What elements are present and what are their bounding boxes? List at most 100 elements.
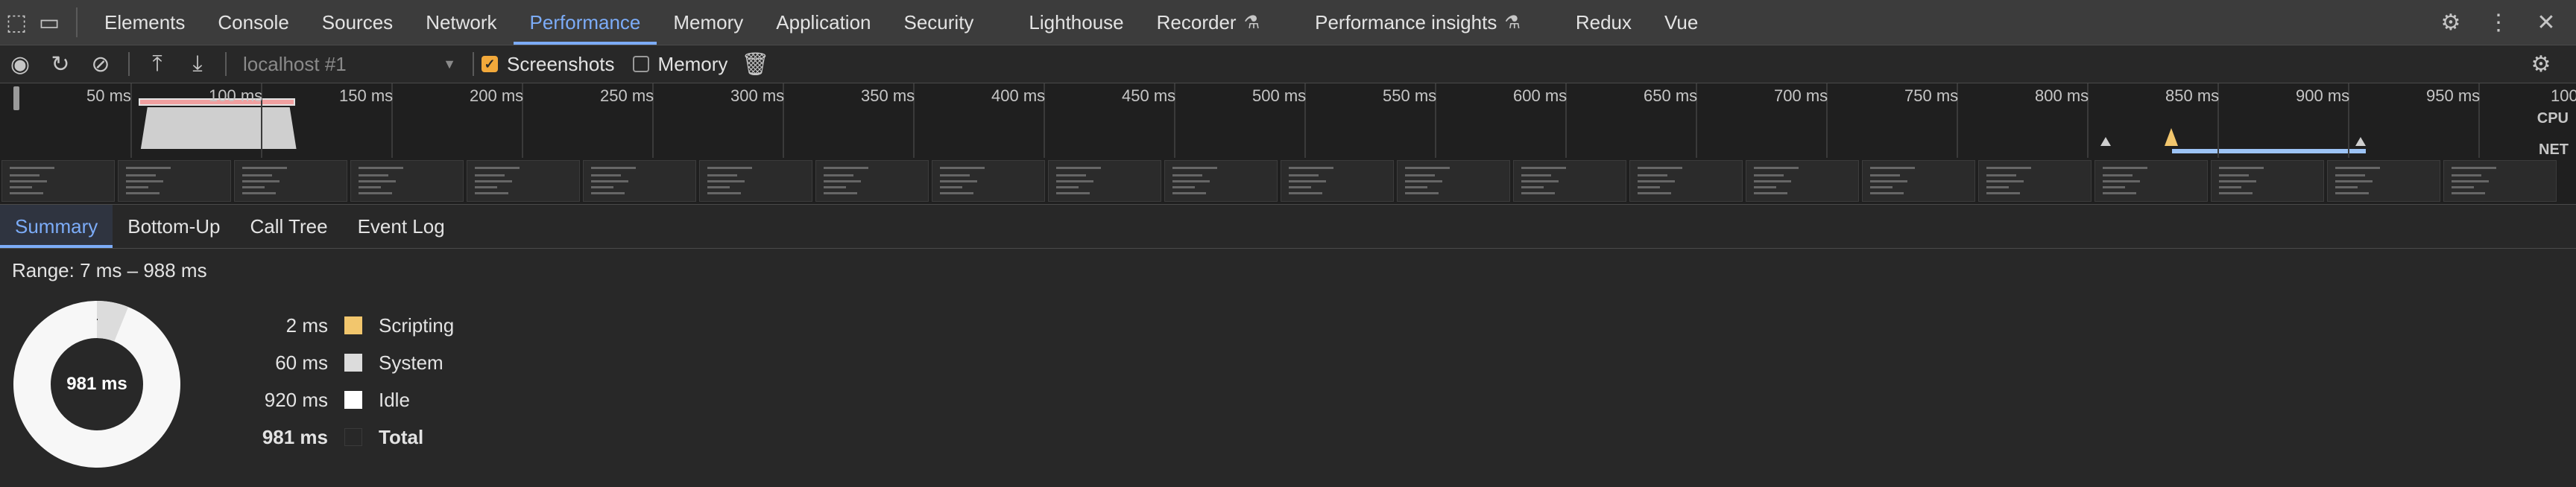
clear-icon[interactable]: ⊘ <box>80 45 121 83</box>
session-select[interactable]: localhost #1 ▼ <box>234 49 465 79</box>
cpu-track-label: CPU <box>2536 110 2569 127</box>
screenshot-frame[interactable] <box>1164 160 1278 202</box>
thumbnail-line <box>1521 174 1551 176</box>
cpu-spike-right <box>2355 137 2366 146</box>
screenshot-frame[interactable] <box>1397 160 1510 202</box>
tab-application[interactable]: Application <box>760 0 887 45</box>
thumbnail-line <box>824 174 853 176</box>
screenshot-filmstrip[interactable] <box>0 158 2576 205</box>
thumbnail-line <box>1638 186 1660 188</box>
tab-event-log[interactable]: Event Log <box>343 205 460 248</box>
summary-panel: Range: 7 ms – 988 ms 981 ms 2 ms Scripti… <box>0 249 2576 487</box>
close-devtools-icon[interactable]: ✕ <box>2531 0 2561 45</box>
screenshot-frame[interactable] <box>2327 160 2440 202</box>
record-icon[interactable]: ◉ <box>0 45 40 83</box>
screenshot-frame[interactable] <box>467 160 580 202</box>
screenshot-frame[interactable] <box>932 160 1045 202</box>
screenshot-frame[interactable] <box>583 160 696 202</box>
range-text: Range: 7 ms – 988 ms <box>12 259 207 281</box>
ruler-label: 50 ms <box>86 86 131 105</box>
more-options-icon[interactable]: ⋮ <box>2484 0 2513 45</box>
screenshot-frame[interactable] <box>1862 160 1975 202</box>
download-profile-icon[interactable]: ⤓ <box>177 45 218 83</box>
experiment-flask-icon: ⚗ <box>1504 12 1521 33</box>
thumbnail-line <box>1172 174 1202 176</box>
thumbnail-line <box>1986 180 2024 182</box>
checkbox-unchecked-icon[interactable] <box>632 56 649 72</box>
toolbar-right: ⚙ <box>2521 45 2561 83</box>
thumbnail-line <box>475 192 508 194</box>
legend-value: 981 ms <box>262 425 328 448</box>
thumbnail-line <box>1870 180 1907 182</box>
thumbnail-line <box>1289 167 1333 169</box>
screenshot-frame[interactable] <box>699 160 812 202</box>
screenshot-frame[interactable] <box>1281 160 1394 202</box>
devtools-tabbar: ⬚ ▭ Elements Console Sources Network Per… <box>0 0 2576 45</box>
tab-sources[interactable]: Sources <box>306 0 409 45</box>
screenshot-frame[interactable] <box>1513 160 1626 202</box>
thumbnail-line <box>1870 167 1915 169</box>
tab-call-tree[interactable]: Call Tree <box>236 205 343 248</box>
screenshot-frame[interactable] <box>2443 160 2557 202</box>
thumbnail-line <box>1521 167 1566 169</box>
settings-gear-icon[interactable]: ⚙ <box>2436 0 2466 45</box>
screenshots-checkbox[interactable]: ✓ Screenshots <box>482 53 615 76</box>
memory-label: Memory <box>657 52 728 75</box>
trash-icon[interactable]: 🗑 <box>735 45 775 83</box>
checkbox-checked-icon[interactable]: ✓ <box>482 56 498 72</box>
tab-bottom-up[interactable]: Bottom-Up <box>113 205 235 248</box>
performance-toolbar: ◉ ↻ ⊘ ⤒ ⤓ localhost #1 ▼ ✓ Screenshots M… <box>0 45 2576 83</box>
tab-console[interactable]: Console <box>201 0 305 45</box>
tab-memory[interactable]: Memory <box>657 0 760 45</box>
thumbnail-line <box>10 180 47 182</box>
upload-profile-icon[interactable]: ⤒ <box>137 45 177 83</box>
screenshot-frame[interactable] <box>1978 160 2092 202</box>
screenshot-frame[interactable] <box>1048 160 1161 202</box>
device-toolbar-icon[interactable]: ▭ <box>33 0 66 45</box>
thumbnail-line <box>126 192 160 194</box>
legend-row-idle: 920 ms Idle <box>216 381 454 418</box>
tab-elements[interactable]: Elements <box>88 0 201 45</box>
screenshot-frame[interactable] <box>1 160 115 202</box>
total-swatch <box>344 428 362 446</box>
tab-performance[interactable]: Performance <box>513 0 657 45</box>
thumbnail-line <box>2219 167 2264 169</box>
thumbnail-line <box>591 174 621 176</box>
screenshot-frame[interactable] <box>118 160 231 202</box>
screenshot-frame[interactable] <box>1629 160 1743 202</box>
screenshot-frame[interactable] <box>1746 160 1859 202</box>
ruler-label: 200 ms <box>470 86 524 105</box>
cpu-spike-left <box>2100 137 2111 146</box>
inspect-element-icon[interactable]: ⬚ <box>0 0 33 45</box>
tab-summary[interactable]: Summary <box>0 205 113 248</box>
thumbnail-line <box>1754 186 1776 188</box>
thumbnail-line <box>591 180 628 182</box>
experiment-flask-icon: ⚗ <box>1243 12 1260 33</box>
timeline-overview[interactable]: 50 ms 100 ms 150 ms 200 ms 250 ms 300 ms… <box>0 83 2576 158</box>
thumbnail-line <box>2103 192 2136 194</box>
screenshot-frame[interactable] <box>2211 160 2324 202</box>
thumbnail-line <box>475 167 520 169</box>
screenshot-frame[interactable] <box>350 160 464 202</box>
reload-record-icon[interactable]: ↻ <box>40 45 80 83</box>
tab-lighthouse[interactable]: Lighthouse <box>1012 0 1140 45</box>
tab-network[interactable]: Network <box>409 0 513 45</box>
memory-checkbox[interactable]: Memory <box>632 52 728 76</box>
tab-redux[interactable]: Redux <box>1559 0 1648 45</box>
thumbnail-line <box>1870 186 1892 188</box>
ruler-label: 100 ms <box>209 86 263 105</box>
ruler-label: 600 ms <box>1513 86 1568 105</box>
tab-security[interactable]: Security <box>888 0 991 45</box>
tab-recorder[interactable]: Recorder ⚗ <box>1140 0 1276 45</box>
screenshot-frame[interactable] <box>2094 160 2208 202</box>
tab-vue[interactable]: Vue <box>1648 0 1714 45</box>
legend-row-total: 981 ms Total <box>216 418 454 456</box>
overview-left-handle[interactable] <box>13 86 19 110</box>
thumbnail-line <box>707 174 737 176</box>
tab-performance-insights[interactable]: Performance insights ⚗ <box>1298 0 1537 45</box>
capture-settings-gear-icon[interactable]: ⚙ <box>2521 45 2561 83</box>
screenshot-frame[interactable] <box>234 160 347 202</box>
screenshot-frame[interactable] <box>815 160 929 202</box>
thumbnail-line <box>2219 186 2241 188</box>
thumbnail-line <box>1870 174 1900 176</box>
